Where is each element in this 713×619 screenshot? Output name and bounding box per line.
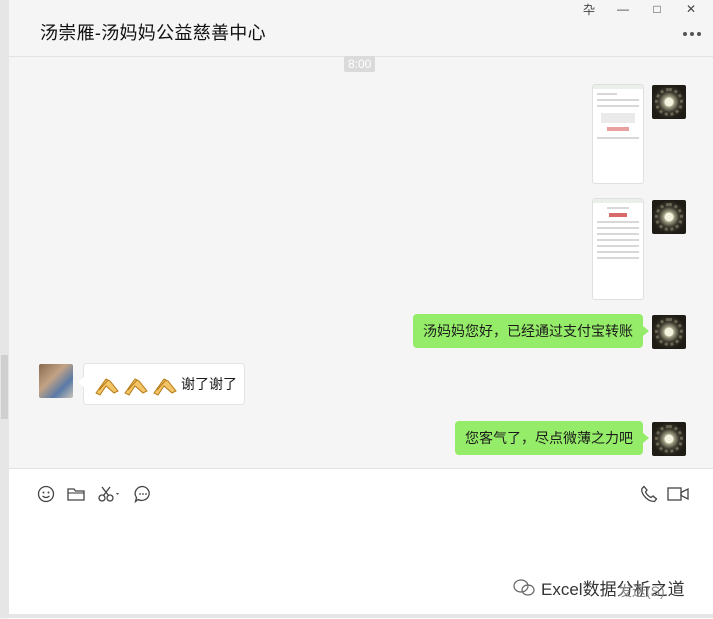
image-message[interactable] xyxy=(592,198,644,300)
pin-button[interactable]: 卆 xyxy=(575,2,603,17)
avatar[interactable] xyxy=(652,85,686,119)
bottom-border xyxy=(0,614,713,618)
avatar[interactable] xyxy=(652,200,686,234)
screenshot-image-icon xyxy=(593,199,643,203)
clap-hands-icon xyxy=(95,378,119,396)
chat-window: 汤崇雁-汤妈妈公益慈善中心 卆 — □ ✕ 8:00 汤妈妈您好，已经通过支付宝… xyxy=(9,0,713,619)
emoji-icon[interactable] xyxy=(35,483,57,505)
message-bubble[interactable]: 您客气了，尽点微薄之力吧 xyxy=(455,421,649,455)
more-options-icon[interactable] xyxy=(683,32,701,36)
message-bubble[interactable]: 谢了谢了 xyxy=(78,363,245,405)
wechat-logo-icon xyxy=(513,578,535,596)
clap-hands-icon xyxy=(124,378,148,396)
close-button[interactable]: ✕ xyxy=(677,2,705,16)
chat-history-icon[interactable] xyxy=(132,483,154,505)
side-panel-edge xyxy=(0,0,9,618)
phone-icon[interactable] xyxy=(638,483,660,505)
avatar[interactable] xyxy=(652,422,686,456)
window-controls: 卆 — □ ✕ xyxy=(575,2,705,17)
message-timestamp: 8:00 xyxy=(344,56,376,72)
image-message[interactable] xyxy=(592,84,644,184)
avatar[interactable] xyxy=(652,315,686,349)
chat-title: 汤崇雁-汤妈妈公益慈善中心 xyxy=(40,23,266,43)
minimize-button[interactable]: — xyxy=(609,2,637,16)
clap-hands-icon xyxy=(153,378,177,396)
message-text: 谢了谢了 xyxy=(181,376,237,392)
avatar[interactable] xyxy=(39,364,73,398)
screenshot-image-icon xyxy=(593,85,643,89)
message-bubble[interactable]: 汤妈妈您好，已经通过支付宝转账 xyxy=(413,314,649,348)
message-input-area[interactable]: Excel数据分析之道 发送(S) xyxy=(9,468,713,619)
scrollbar[interactable] xyxy=(1,355,8,419)
scissors-icon[interactable] xyxy=(95,483,125,505)
send-button[interactable]: 发送(S) xyxy=(618,581,665,601)
folder-icon[interactable] xyxy=(65,483,87,505)
video-icon[interactable] xyxy=(667,483,689,505)
maximize-button[interactable]: □ xyxy=(643,2,671,16)
